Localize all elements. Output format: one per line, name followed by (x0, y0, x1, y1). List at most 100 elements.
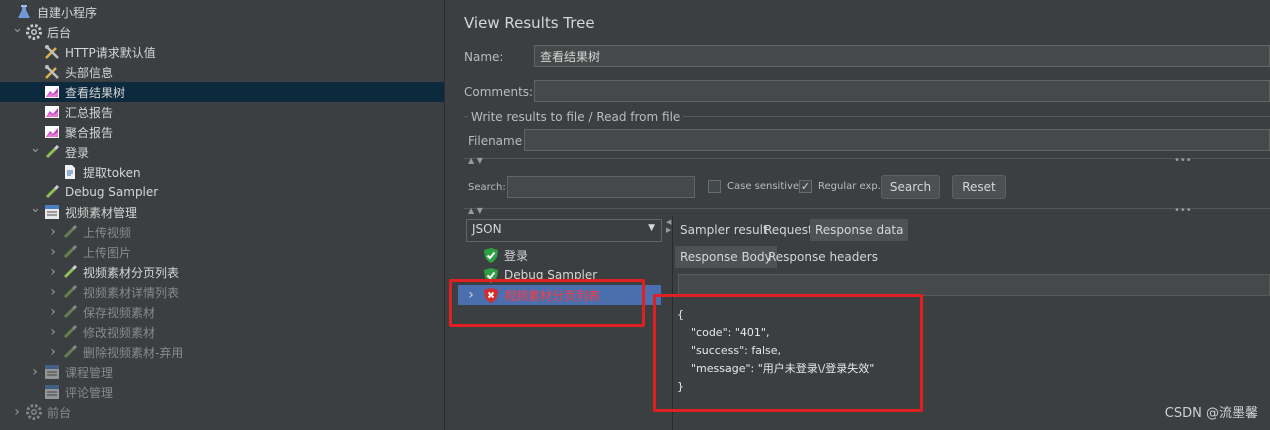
subtab-response-body[interactable]: Response Body (675, 246, 777, 268)
name-label: Name: (464, 50, 504, 64)
tree-item[interactable]: › 前台 (0, 402, 71, 422)
divider-mid (464, 208, 1270, 209)
panel-title: View Results Tree (464, 14, 595, 32)
reset-button[interactable]: Reset (952, 175, 1006, 199)
tree-item[interactable]: › 上传视频 (0, 222, 131, 242)
result-item[interactable]: 登录 (484, 245, 528, 265)
tree-item[interactable]: › 保存视频素材 (0, 302, 155, 322)
gear-icon (26, 24, 42, 40)
watermark: CSDN @流墨馨 (1164, 406, 1258, 421)
tree-item[interactable]: › 删除视频素材-弃用 (0, 342, 183, 362)
pipette-icon (62, 284, 78, 300)
tree-item-label: 视频素材管理 (65, 205, 138, 220)
tab-request[interactable]: Request (759, 219, 818, 241)
tree-item-label: 后台 (47, 25, 72, 40)
more-icon-2[interactable]: ••• (1174, 205, 1192, 216)
file-group-label: Write results to file / Read from file (468, 110, 684, 124)
tree-item[interactable]: ⌄ 后台 (0, 21, 72, 42)
view-results-tree-panel: View Results Tree Name: 查看结果树 Comments: … (449, 0, 1270, 430)
tree-item[interactable]: › 视频素材详情列表 (0, 282, 179, 302)
tree-item[interactable]: › 课程管理 (0, 362, 113, 382)
tree-item[interactable]: 头部信息 (0, 62, 113, 82)
tree-item[interactable]: 汇总报告 (0, 102, 113, 122)
pipette-icon (44, 144, 60, 160)
tree-item[interactable]: 评论管理 (0, 382, 113, 402)
case-sensitive-checkbox[interactable] (708, 180, 721, 193)
tree-item[interactable]: 查看结果树 (0, 82, 444, 102)
chevron-right-icon[interactable]: › (48, 284, 58, 300)
pipette-icon (62, 344, 78, 360)
pipette-icon (62, 244, 78, 260)
chevron-right-icon[interactable]: › (30, 364, 40, 380)
chevron-down-icon[interactable]: ⌄ (12, 21, 23, 36)
tree-item-label: 修改视频素材 (83, 325, 156, 340)
comments-label: Comments: (464, 85, 534, 99)
tree-item-label: 上传图片 (83, 245, 132, 260)
tree-item[interactable]: HTTP请求默认值 (0, 42, 156, 62)
flask-icon (16, 4, 32, 20)
tree-item-label: 前台 (47, 405, 72, 420)
tree-item-label: Debug Sampler (65, 185, 159, 199)
divider-top (464, 158, 1270, 159)
gear-icon (26, 404, 42, 420)
search-label: Search: (468, 182, 506, 193)
comments-field[interactable] (534, 80, 1270, 102)
response-search-bar[interactable] (678, 274, 1270, 296)
highlight-box-response-body (653, 294, 923, 412)
tree-item[interactable]: ⌄ 视频素材管理 (0, 201, 138, 222)
chevron-right-icon[interactable]: › (48, 264, 58, 280)
tree-item[interactable]: › 视频素材分页列表 (0, 262, 179, 282)
more-icon[interactable]: ••• (1174, 155, 1192, 166)
filename-label: Filename (468, 134, 523, 148)
tree-item[interactable]: 自建小程序 (0, 2, 97, 22)
renderer-value: JSON (472, 222, 502, 236)
tree-item[interactable]: Debug Sampler (0, 182, 158, 202)
tree-item[interactable]: ⌄ 登录 (0, 141, 89, 162)
pipette-icon (62, 264, 78, 280)
chevron-right-icon[interactable]: › (12, 404, 22, 420)
tree-item[interactable]: › 上传图片 (0, 242, 131, 262)
split-arrows-icon[interactable]: ◀ ▶ (666, 218, 671, 234)
tree-item[interactable]: › 修改视频素材 (0, 322, 155, 342)
chevron-down-icon[interactable]: ⌄ (30, 141, 41, 156)
tree-item[interactable]: 聚合报告 (0, 122, 113, 142)
controller-icon (44, 364, 60, 380)
wrench-icon (44, 64, 60, 80)
regular-exp-label: Regular exp. (818, 181, 881, 192)
wrench-icon (44, 44, 60, 60)
tab-response-data[interactable]: Response data (810, 219, 909, 241)
chevron-down-icon[interactable]: ⌄ (30, 201, 41, 216)
tree-item-label: 保存视频素材 (83, 305, 156, 320)
tree-item-label: 自建小程序 (37, 5, 98, 20)
tree-item-label: 删除视频素材-弃用 (83, 345, 184, 360)
collapse-arrows-icon[interactable]: ▲ ▼ (468, 156, 483, 165)
chevron-down-icon: ▼ (648, 223, 655, 233)
case-sensitive-label: Case sensitive (727, 181, 800, 192)
pipette-icon (62, 324, 78, 340)
chevron-right-icon[interactable]: › (48, 344, 58, 360)
regular-exp-checkbox[interactable]: ✓ (799, 180, 812, 193)
tree-item-label: 课程管理 (65, 365, 114, 380)
tree-item-label: 评论管理 (65, 385, 114, 400)
pipette-icon (44, 184, 60, 200)
chevron-right-icon[interactable]: › (48, 304, 58, 320)
chart-icon (44, 84, 60, 100)
search-button[interactable]: Search (881, 175, 940, 199)
renderer-select[interactable]: JSON ▼ (466, 219, 662, 242)
splitter[interactable] (444, 0, 454, 430)
test-plan-tree: 自建小程序 ⌄ 后台 HTTP请求默认值头部信息查看结果树汇总报告 聚合报告 ⌄ 登录提取t… (0, 0, 444, 430)
tree-item-label: 查看结果树 (65, 85, 126, 100)
chevron-right-icon[interactable]: › (48, 324, 58, 340)
tree-item[interactable]: 提取token (0, 162, 141, 182)
name-field[interactable]: 查看结果树 (534, 45, 1270, 67)
chevron-right-icon[interactable]: › (48, 224, 58, 240)
chevron-right-icon[interactable]: › (48, 244, 58, 260)
search-input[interactable] (507, 176, 695, 198)
chart-icon (44, 124, 60, 140)
tree-item-label: HTTP请求默认值 (65, 45, 156, 60)
filename-field[interactable] (524, 129, 1270, 151)
tree-item-label: 提取token (83, 165, 141, 180)
collapse-arrows-icon-2[interactable]: ▲ ▼ (468, 206, 483, 215)
subtab-response-headers[interactable]: Response headers (763, 246, 883, 268)
pipette-icon (62, 304, 78, 320)
